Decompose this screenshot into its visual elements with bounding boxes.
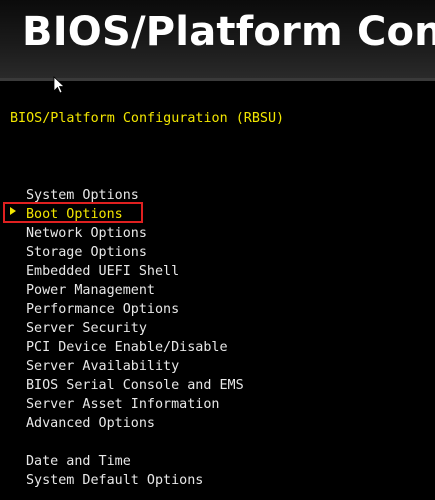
menu-item-system-default-options[interactable]: System Default Options	[26, 471, 203, 490]
menu-item-advanced-options[interactable]: Advanced Options	[26, 414, 155, 433]
menu-item-boot-options[interactable]: Boot Options	[26, 205, 123, 224]
menu-item-server-availability[interactable]: Server Availability	[26, 357, 179, 376]
banner-divider	[0, 78, 435, 81]
bios-screen: BIOS/Platform Configu BIOS/Platform Conf…	[0, 0, 435, 500]
header-banner: BIOS/Platform Configu	[0, 0, 435, 78]
banner-title: BIOS/Platform Configu	[22, 9, 435, 55]
menu-item-server-asset-information[interactable]: Server Asset Information	[26, 395, 219, 414]
menu-item-storage-options[interactable]: Storage Options	[26, 243, 147, 262]
menu-item-server-security[interactable]: Server Security	[26, 319, 147, 338]
menu-item-system-options[interactable]: System Options	[26, 186, 139, 205]
menu-item-performance-options[interactable]: Performance Options	[26, 300, 179, 319]
menu-item-date-and-time[interactable]: Date and Time	[26, 452, 131, 471]
mouse-pointer-icon	[53, 76, 65, 94]
menu-item-network-options[interactable]: Network Options	[26, 224, 147, 243]
menu-item-pci-device-enable-disable[interactable]: PCI Device Enable/Disable	[26, 338, 228, 357]
menu-item-power-management[interactable]: Power Management	[26, 281, 155, 300]
menu-item-bios-serial-console[interactable]: BIOS Serial Console and EMS	[26, 376, 244, 395]
menu-item-embedded-uefi-shell[interactable]: Embedded UEFI Shell	[26, 262, 179, 281]
page-subtitle: BIOS/Platform Configuration (RBSU)	[10, 111, 285, 126]
